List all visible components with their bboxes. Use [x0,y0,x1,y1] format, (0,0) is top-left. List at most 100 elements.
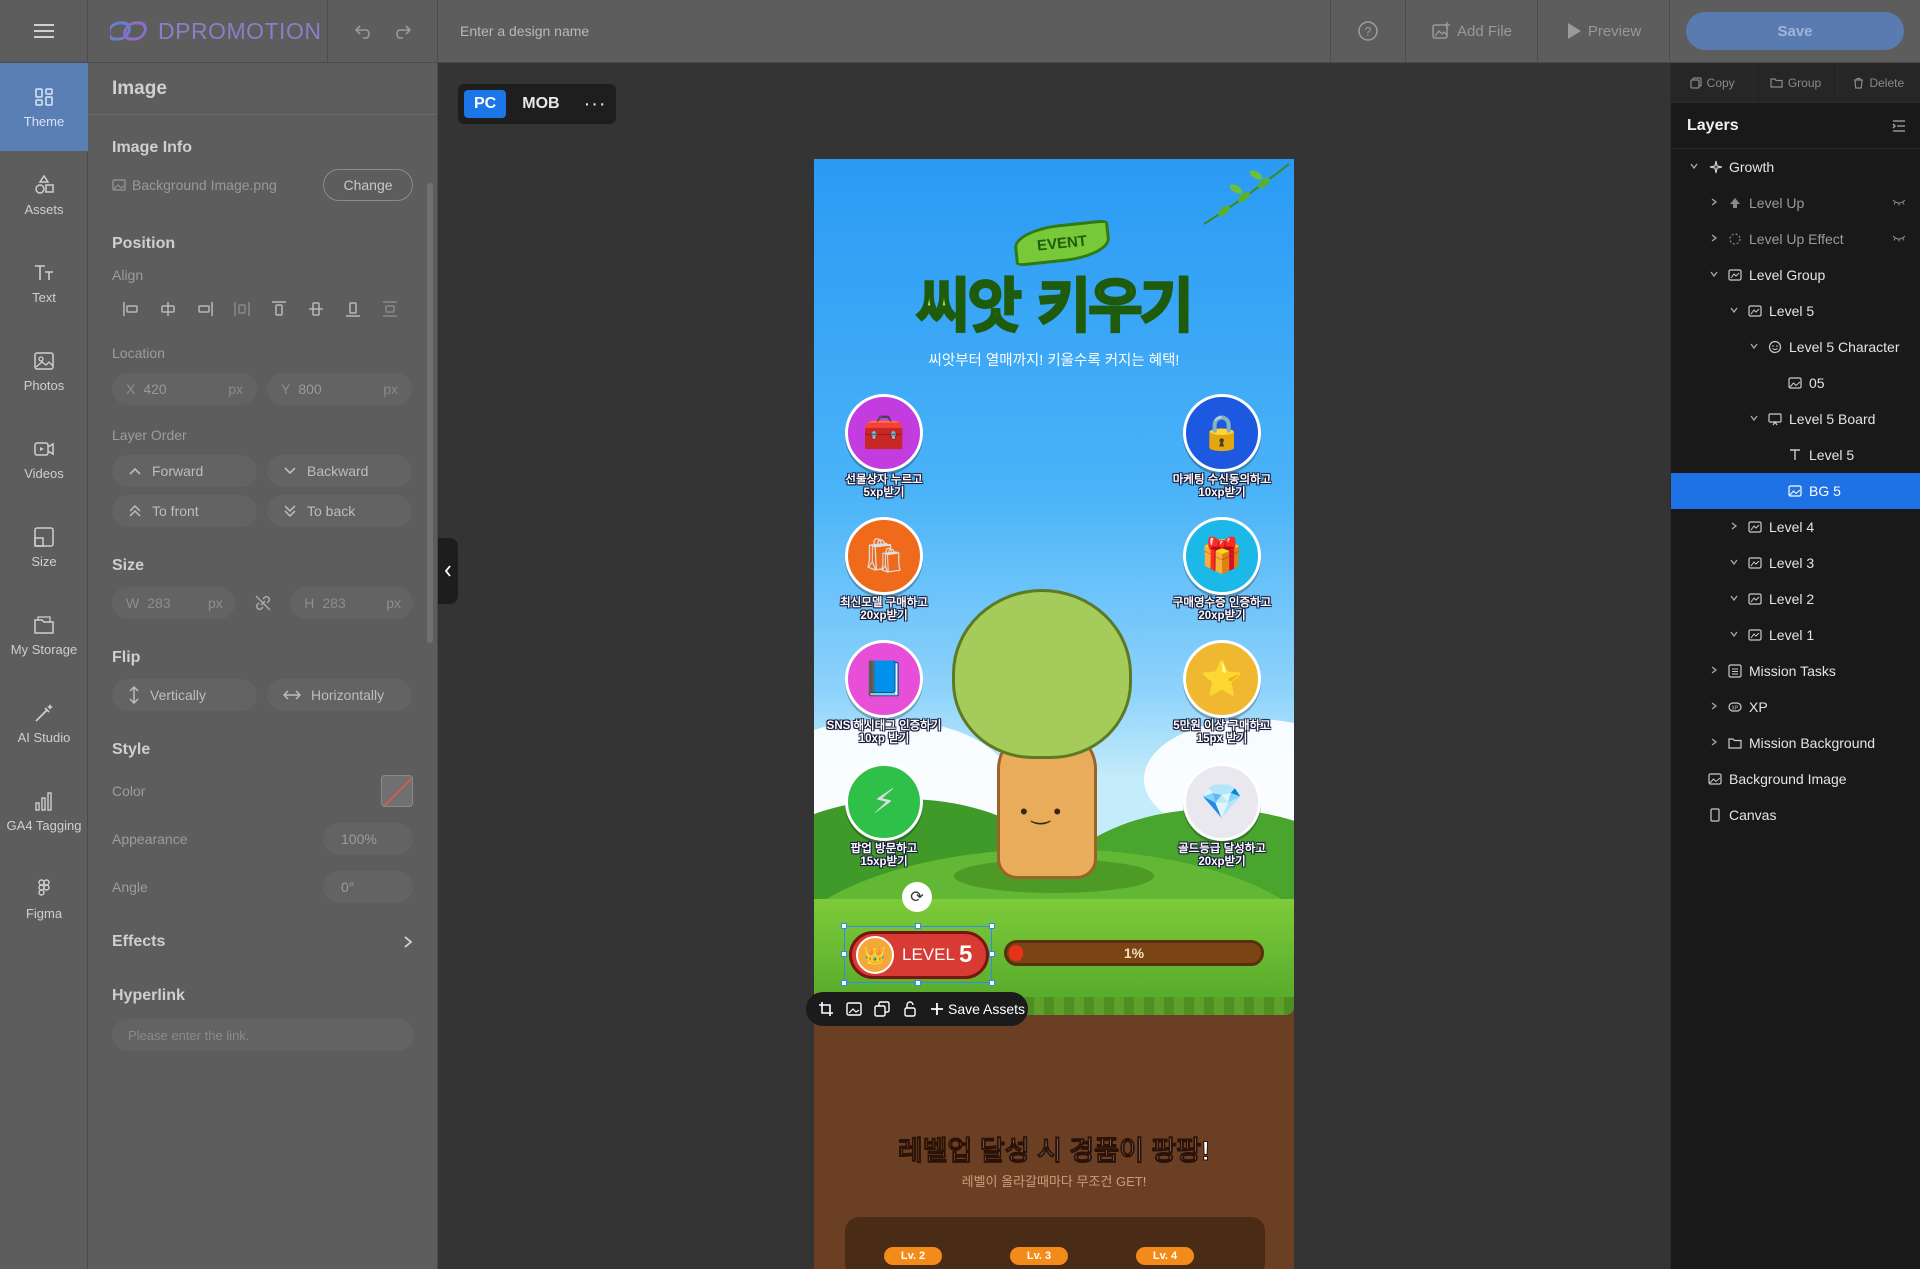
save-assets-button[interactable]: Save Assets [930,1001,1025,1017]
layer-row[interactable]: Mission Background [1671,725,1920,761]
align-center-h-button[interactable] [149,297,186,321]
save-button[interactable]: Save [1686,12,1904,50]
layer-row[interactable]: 05 [1671,365,1920,401]
rail-item-figma[interactable]: Figma [0,855,88,943]
chevron-down-icon[interactable] [1727,629,1741,642]
layer-row[interactable]: XP XP [1671,689,1920,725]
layer-row[interactable]: Level Up Effect [1671,221,1920,257]
forward-button[interactable]: Forward [112,455,257,487]
copy-button[interactable]: Copy [1671,62,1755,103]
chevron-down-icon[interactable] [1747,413,1761,426]
mission-marketing-consent[interactable]: 🔒 마케팅 수신동의하고 10xp받기 [1162,394,1282,500]
props-scrollbar[interactable] [427,183,433,643]
chevron-right-icon[interactable] [1707,665,1721,678]
mission-latest-model[interactable]: 🛍 최신모델 구매하고 20xp받기 [824,517,944,623]
align-bottom-button[interactable] [334,297,371,321]
chevron-down-icon[interactable] [1687,161,1701,174]
align-left-button[interactable] [112,297,149,321]
duplicate-icon[interactable] [874,1001,890,1017]
rail-item-text[interactable]: Text [0,239,88,327]
more-options-icon[interactable]: ··· [584,93,607,116]
replace-image-icon[interactable] [846,1001,862,1017]
rail-item-assets[interactable]: Assets [0,151,88,239]
align-right-button[interactable] [186,297,223,321]
layer-row[interactable]: Level 5 Board [1671,401,1920,437]
chevron-down-icon[interactable] [1727,557,1741,570]
rail-item-my-storage[interactable]: My Storage [0,591,88,679]
resize-handle-top-right[interactable] [989,923,995,929]
resize-handle-bottom-left[interactable] [841,980,847,986]
chevron-down-icon[interactable] [1727,305,1741,318]
group-button[interactable]: Group [1754,62,1838,103]
flip-vertical-button[interactable]: Vertically [112,679,257,711]
crop-icon[interactable] [818,1001,834,1017]
hidden-eye-icon[interactable] [1892,233,1906,245]
lock-ratio-button[interactable] [243,593,283,613]
device-pc-tab[interactable]: PC [464,90,507,118]
device-mob-tab[interactable]: MOB [512,90,569,118]
rail-item-ai-studio[interactable]: AI Studio [0,679,88,767]
resize-handle-left[interactable] [841,951,847,957]
chevron-right-icon[interactable] [1707,233,1721,246]
layer-row[interactable]: Level 4 [1671,509,1920,545]
layer-row[interactable]: Level 2 [1671,581,1920,617]
layer-row[interactable]: Level Up [1671,185,1920,221]
unlock-icon[interactable] [902,1001,918,1017]
layer-row[interactable]: Level 5 [1671,437,1920,473]
add-file-button[interactable]: Add File [1406,0,1538,63]
chevron-right-icon[interactable] [1707,197,1721,210]
chevron-down-icon[interactable] [1707,269,1721,282]
layer-row[interactable]: Level Group [1671,257,1920,293]
effects-row[interactable]: Effects [112,933,413,951]
layer-row[interactable]: Level 5 [1671,293,1920,329]
chevron-right-icon[interactable] [1707,737,1721,750]
to-back-button[interactable]: To back [267,495,412,527]
change-image-button[interactable]: Change [323,169,413,201]
resize-handle-top-left[interactable] [841,923,847,929]
hyperlink-input[interactable] [112,1019,414,1051]
layer-row[interactable]: Level 5 Character [1671,329,1920,365]
y-field[interactable]: Y 800 px [267,373,412,405]
layer-row[interactable]: Level 3 [1671,545,1920,581]
rotate-handle-icon[interactable]: ⟳ [902,882,932,912]
color-swatch[interactable] [381,775,413,807]
height-field[interactable]: H 283 px [290,587,413,619]
resize-handle-top[interactable] [915,923,921,929]
collapse-panel-button[interactable] [438,538,458,604]
x-field[interactable]: X 420 px [112,373,257,405]
angle-field[interactable]: 0° [323,871,413,903]
layer-row[interactable]: Growth [1671,149,1920,185]
delete-button[interactable]: Delete [1838,63,1920,103]
mission-gift-box[interactable]: 🧰 선물상자 누르고 5xp받기 [824,394,944,500]
mission-purchase-50k[interactable]: ⭐ 5만원 이상 구매하고 15px 받기 [1162,640,1282,746]
rail-item-size[interactable]: Size [0,503,88,591]
backward-button[interactable]: Backward [267,455,412,487]
align-top-button[interactable] [260,297,297,321]
mission-sns-hashtag[interactable]: 📘 SNS 해시태그 인증하기 10xp 받기 [824,640,944,746]
resize-handle-bottom[interactable] [915,980,921,986]
align-middle-v-button[interactable] [297,297,334,321]
distribute-h-button[interactable] [223,297,260,321]
mission-popup-visit[interactable]: ⚡ 팝업 방문하고 15xp받기 [824,763,944,869]
layer-row[interactable]: Mission Tasks [1671,653,1920,689]
hidden-eye-icon[interactable] [1892,197,1906,209]
width-field[interactable]: W 283 px [112,587,235,619]
collapse-all-icon[interactable] [1892,119,1906,132]
undo-icon[interactable] [354,23,374,39]
layer-row[interactable]: BG 5 [1671,473,1920,509]
chevron-right-icon[interactable] [1707,701,1721,714]
app-logo[interactable]: DPROMOTION [88,0,328,63]
rail-item-theme[interactable]: Theme [0,63,88,151]
layer-row[interactable]: Canvas [1671,797,1920,833]
mission-receipt[interactable]: 🎁 구매영수증 인증하고 20xp받기 [1162,517,1282,623]
chevron-down-icon[interactable] [1727,593,1741,606]
rail-item-ga4-tagging[interactable]: GA4 Tagging [0,767,88,855]
layer-row[interactable]: Level 1 [1671,617,1920,653]
chevron-right-icon[interactable] [1727,521,1741,534]
appearance-field[interactable]: 100% [323,823,413,855]
resize-handle-bottom-right[interactable] [989,980,995,986]
menu-button[interactable] [0,0,88,63]
resize-handle-right[interactable] [989,951,995,957]
redo-icon[interactable] [392,23,412,39]
layer-row[interactable]: Background Image [1671,761,1920,797]
